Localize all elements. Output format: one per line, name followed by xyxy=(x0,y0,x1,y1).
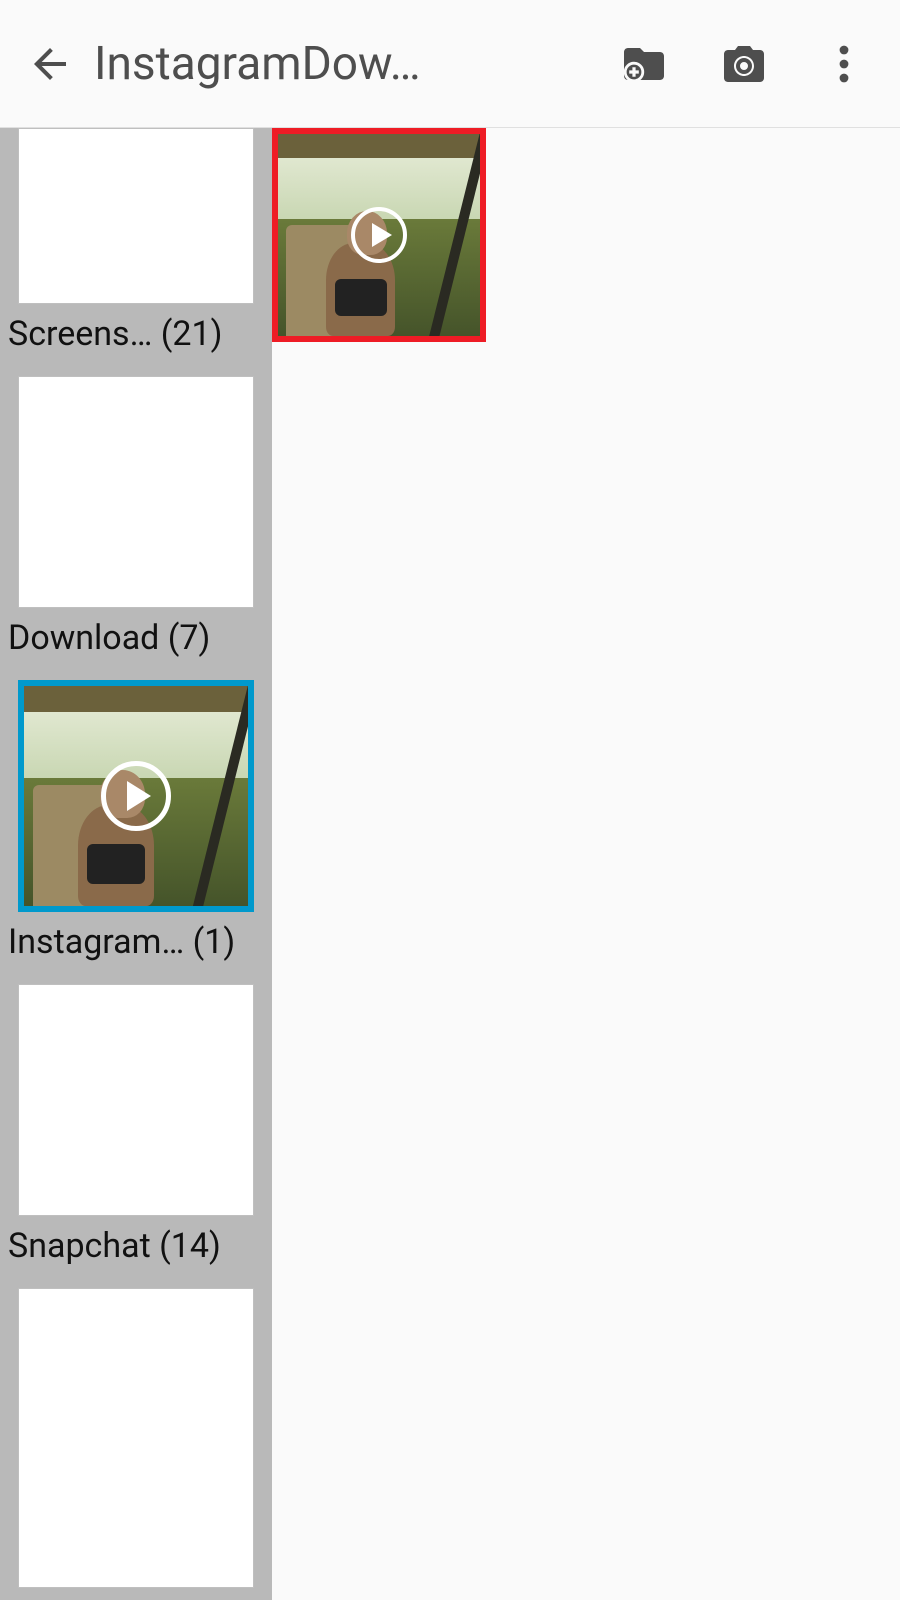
folder-thumbnail xyxy=(18,984,254,1216)
folder-label: Snapchat (14) xyxy=(8,1226,264,1266)
folder-item[interactable]: Screens… (21) xyxy=(0,128,272,376)
folder-thumbnail xyxy=(18,680,254,912)
video-thumb-scene xyxy=(24,686,248,906)
play-icon xyxy=(101,761,171,831)
folder-item-selected[interactable]: Instagram… (1) xyxy=(0,680,272,984)
page-title: InstagramDow… xyxy=(94,37,454,91)
folder-item[interactable]: Snapchat (14) xyxy=(0,984,272,1288)
content-area: Screens… (21) Download (7) Instagram… (1… xyxy=(0,128,900,1600)
toolbar-actions xyxy=(616,36,872,92)
folder-thumbnail xyxy=(18,128,254,304)
media-grid[interactable] xyxy=(272,128,900,1600)
folder-label: Download (7) xyxy=(8,618,264,658)
back-button[interactable] xyxy=(20,34,80,94)
folder-thumbnail xyxy=(18,376,254,608)
toolbar: InstagramDow… xyxy=(0,0,900,128)
more-vert-icon xyxy=(820,40,868,88)
media-item-video[interactable] xyxy=(272,128,486,342)
folder-label: Screens… (21) xyxy=(8,314,264,354)
new-folder-icon xyxy=(620,40,668,88)
folder-sidebar[interactable]: Screens… (21) Download (7) Instagram… (1… xyxy=(0,128,272,1600)
video-thumb-scene xyxy=(278,134,480,336)
back-arrow-icon xyxy=(26,40,74,88)
selected-pointer-icon xyxy=(262,776,272,804)
new-folder-button[interactable] xyxy=(616,36,672,92)
camera-icon xyxy=(720,40,768,88)
overflow-menu-button[interactable] xyxy=(816,36,872,92)
camera-button[interactable] xyxy=(716,36,772,92)
folder-thumbnail xyxy=(18,1288,254,1588)
play-icon xyxy=(351,207,407,263)
folder-item[interactable] xyxy=(0,1288,272,1600)
folder-item[interactable]: Download (7) xyxy=(0,376,272,680)
folder-label: Instagram… (1) xyxy=(8,922,264,962)
